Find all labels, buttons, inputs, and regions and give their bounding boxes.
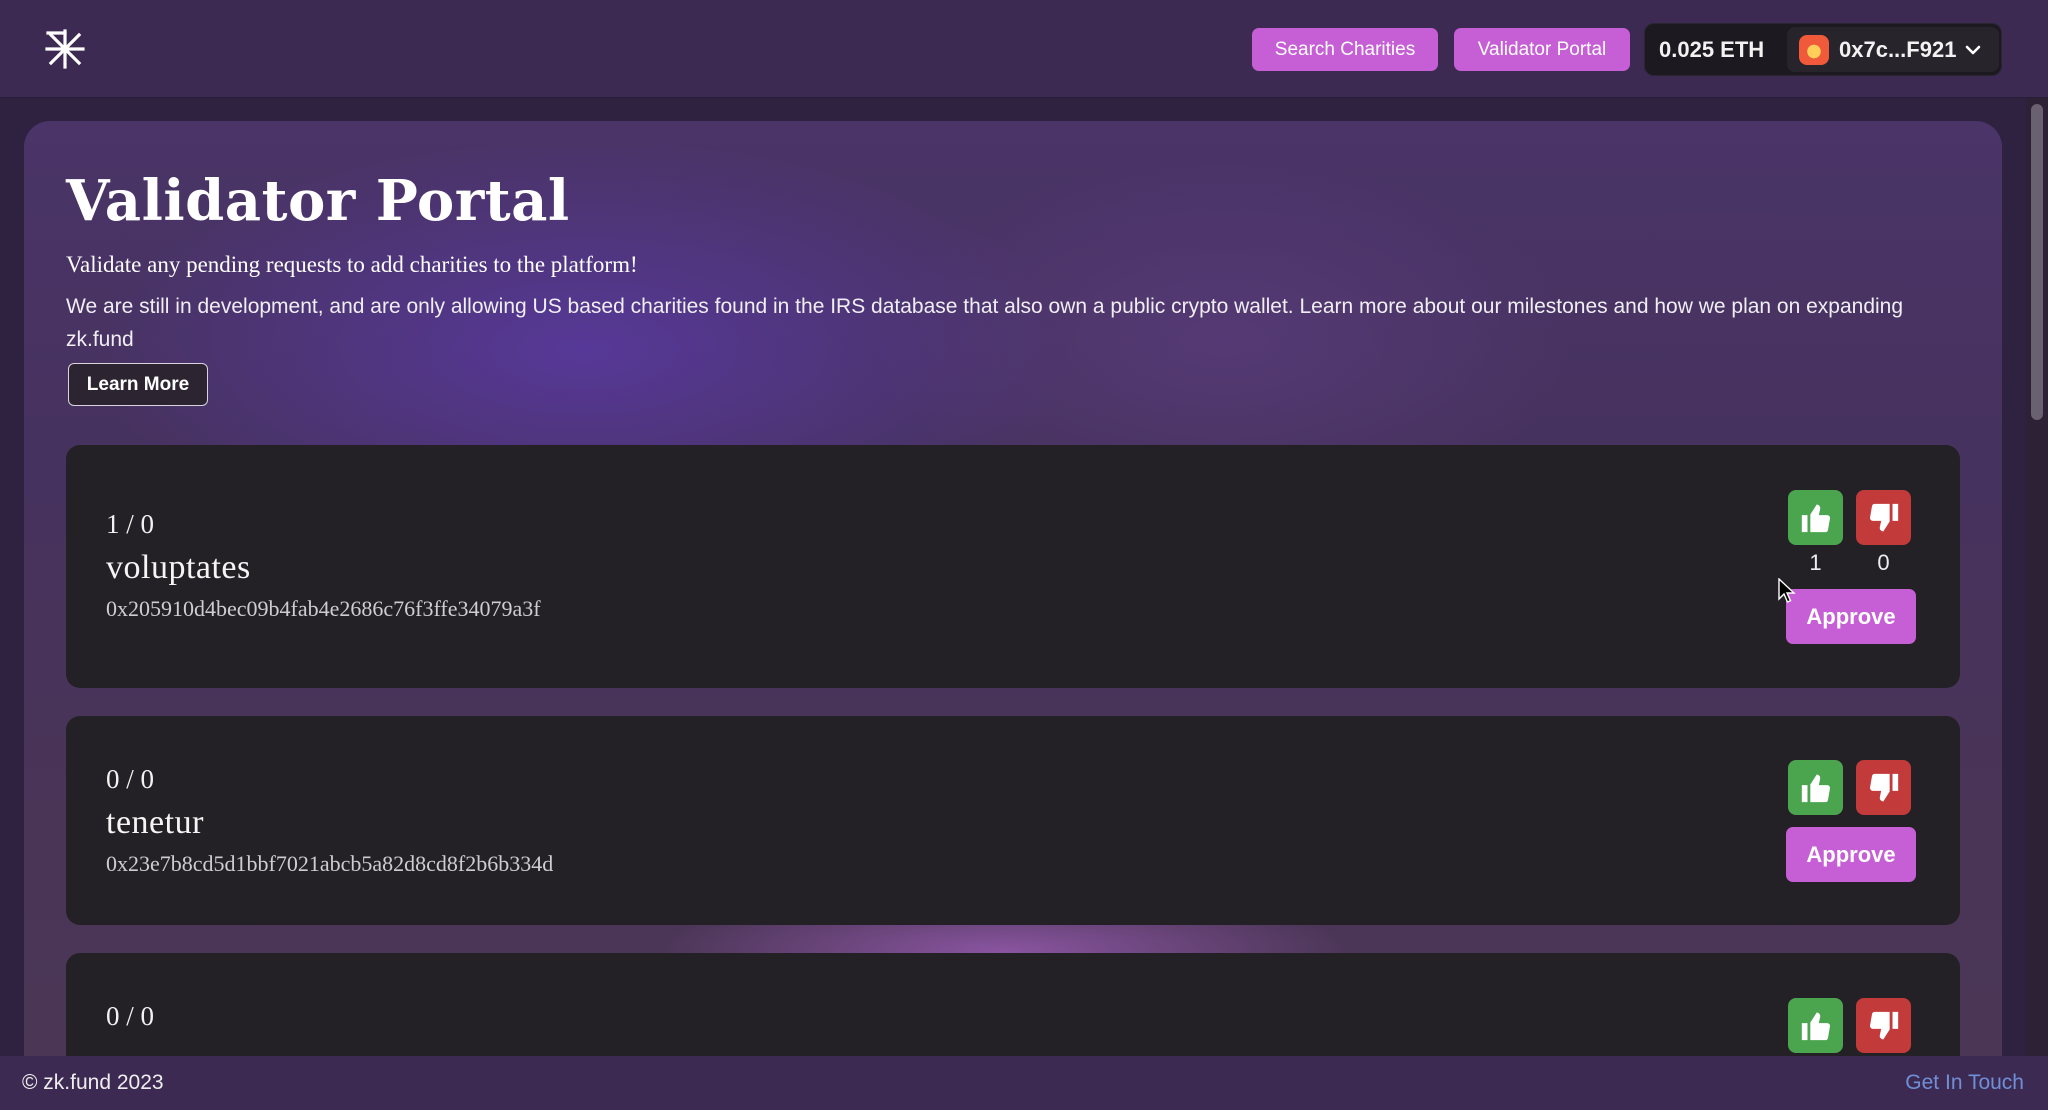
- top-navbar: Search Charities Validator Portal 0.025 …: [0, 0, 2048, 98]
- charity-name: tenetur: [106, 804, 204, 841]
- upvote-count: 1: [1809, 550, 1822, 575]
- downvote-button[interactable]: [1856, 760, 1911, 815]
- upvote-button[interactable]: [1788, 490, 1843, 545]
- learn-more-button[interactable]: Learn More: [68, 363, 208, 406]
- thumbs-up-icon: [1801, 504, 1830, 532]
- charity-name: voluptates: [106, 549, 251, 586]
- account-button[interactable]: 0x7c...F921: [1787, 27, 1999, 72]
- vote-score: 0 / 0: [106, 1001, 155, 1031]
- scrollbar-thumb[interactable]: [2031, 104, 2043, 420]
- eth-balance[interactable]: 0.025 ETH: [1659, 24, 1764, 75]
- validator-portal-button[interactable]: Validator Portal: [1454, 28, 1630, 71]
- request-card: 1 / 0 voluptates 0x205910d4bec09b4fab4e2…: [66, 445, 1960, 688]
- chevron-down-icon: [1966, 45, 1981, 54]
- upvote-button[interactable]: [1788, 998, 1843, 1053]
- page-description: We are still in development, and are onl…: [66, 295, 1904, 351]
- downvote-button[interactable]: [1856, 998, 1911, 1053]
- page-subtitle: Validate any pending requests to add cha…: [66, 252, 638, 277]
- charity-address: 0x205910d4bec09b4fab4e2686c76f3ffe34079a…: [106, 596, 541, 621]
- charity-address: 0x23e7b8cd5d1bbf7021abcb5a82d8cd8f2b6b33…: [106, 851, 554, 876]
- mouse-cursor-icon: [1778, 578, 1796, 603]
- avatar: [1799, 34, 1829, 65]
- wallet-widget: 0.025 ETH 0x7c...F921: [1644, 23, 2002, 76]
- vote-score: 1 / 0: [106, 509, 155, 539]
- footer: © zk.fund 2023 Get In Touch: [0, 1056, 2048, 1110]
- downvote-count: 0: [1877, 550, 1890, 575]
- page-title: Validator Portal: [66, 168, 570, 234]
- search-charities-button[interactable]: Search Charities: [1252, 28, 1438, 71]
- upvote-button[interactable]: [1788, 760, 1843, 815]
- request-card: 0 / 0 tenetur 0x23e7b8cd5d1bbf7021abcb5a…: [66, 716, 1960, 925]
- wallet-address: 0x7c...F921: [1839, 36, 1957, 62]
- approve-button[interactable]: Approve: [1786, 589, 1916, 644]
- thumbs-down-icon: [1869, 773, 1898, 801]
- thumbs-up-icon: [1801, 1012, 1830, 1040]
- thumbs-up-icon: [1801, 774, 1830, 802]
- get-in-touch-link[interactable]: Get In Touch: [1905, 1056, 2024, 1110]
- approve-button[interactable]: Approve: [1786, 827, 1916, 882]
- vote-score: 0 / 0: [106, 764, 155, 794]
- downvote-button[interactable]: [1856, 490, 1911, 545]
- thumbs-down-icon: [1869, 1011, 1898, 1039]
- thumbs-down-icon: [1869, 503, 1898, 531]
- zk-asterisk-logo-icon[interactable]: [44, 28, 86, 70]
- copyright-text: © zk.fund 2023: [22, 1071, 164, 1094]
